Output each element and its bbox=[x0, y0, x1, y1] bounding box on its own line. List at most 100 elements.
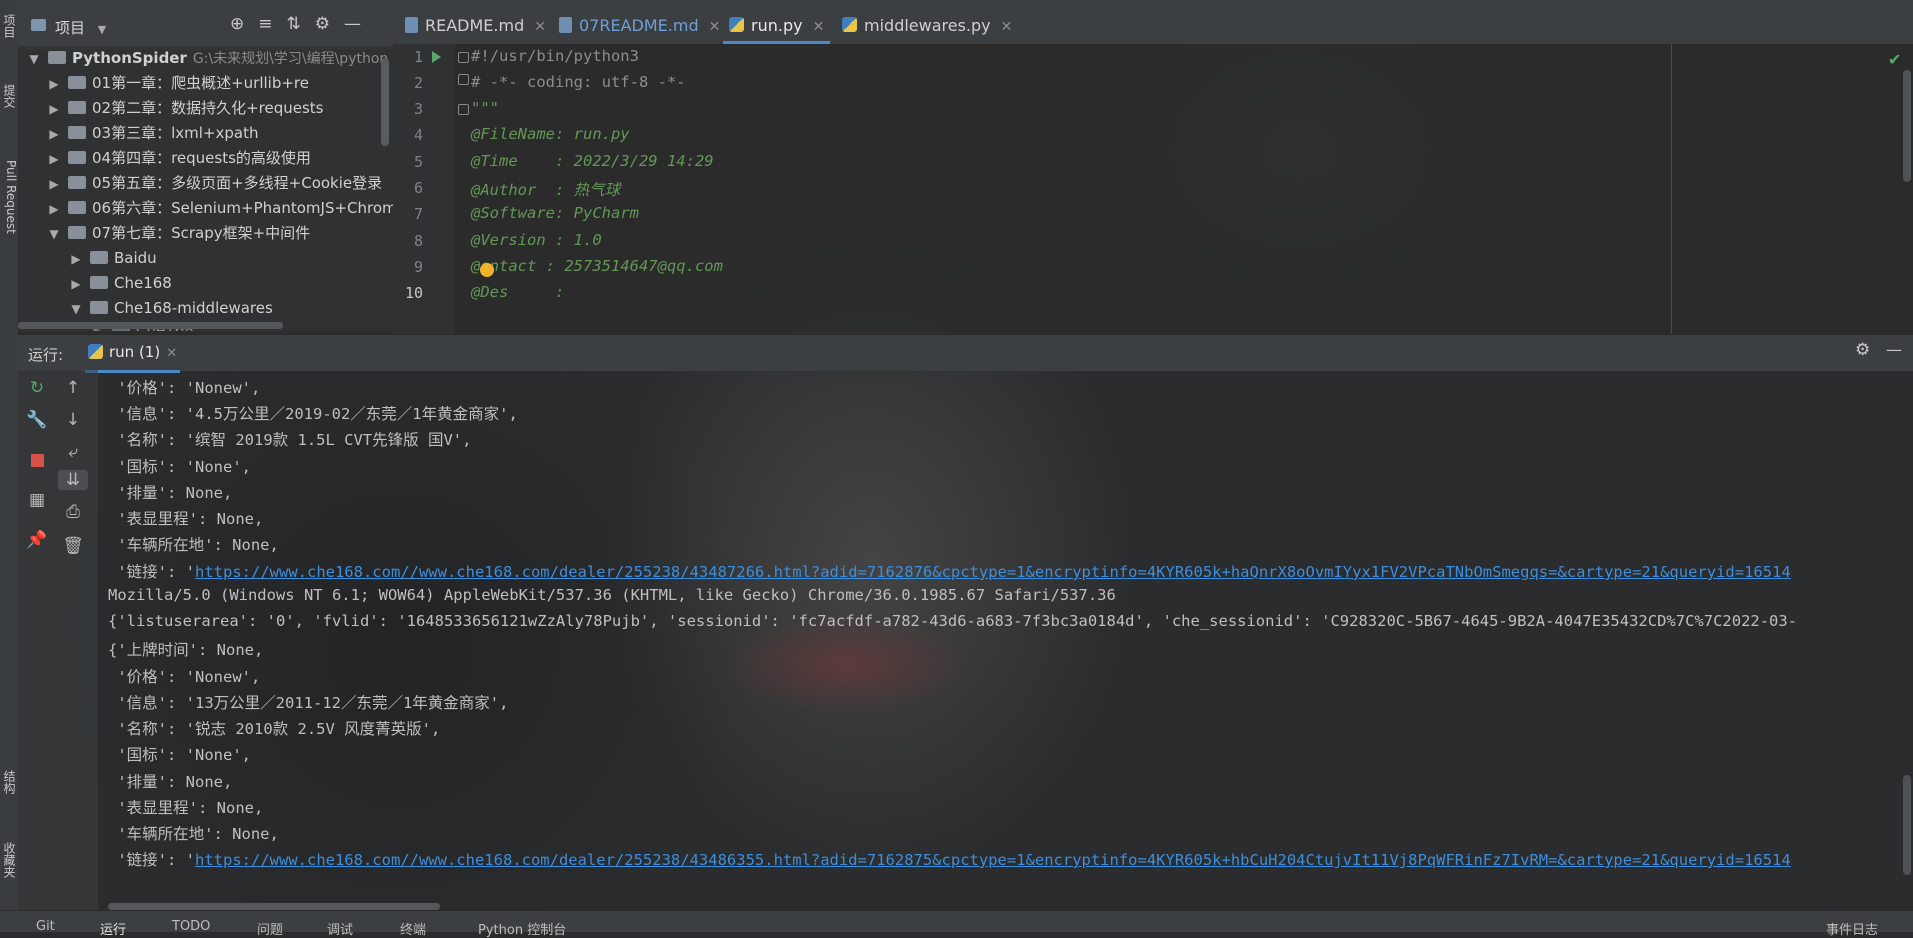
chevron-down-icon[interactable]: ▼ bbox=[68, 297, 84, 322]
checkmark-icon: ✔ bbox=[1888, 50, 1902, 69]
console-line: '表显里程': None, bbox=[108, 510, 264, 528]
chevron-right-icon[interactable]: ▶ bbox=[46, 97, 62, 122]
print-icon[interactable]: ⎙ bbox=[62, 502, 84, 522]
chevron-right-icon[interactable]: ▶ bbox=[68, 272, 84, 297]
layout-icon[interactable]: ▦ bbox=[26, 490, 48, 510]
tree-item-label: 02第二章：数据持久化+requests bbox=[92, 99, 324, 117]
console-line: '排量': None, bbox=[108, 484, 233, 502]
strip-tab-favorites[interactable]: 收藏夹 bbox=[0, 842, 18, 878]
console-line: '名称': '锐志 2010款 2.5V 风度菁英版', bbox=[108, 720, 441, 738]
hide-icon[interactable]: — bbox=[1886, 340, 1902, 359]
project-panel-title[interactable]: 项目 ▼ bbox=[55, 17, 106, 38]
tree-item[interactable]: ▶ Baidu bbox=[68, 246, 156, 272]
bottom-tab-debug[interactable]: 调试 bbox=[327, 919, 353, 938]
chevron-down-icon[interactable]: ▼ bbox=[26, 47, 42, 72]
chevron-down-icon[interactable]: ▼ bbox=[46, 222, 62, 247]
line-number: 2 bbox=[413, 74, 423, 92]
rerun-icon[interactable]: ↻ bbox=[26, 378, 48, 398]
gear-icon[interactable]: ⚙ bbox=[1855, 340, 1870, 360]
project-icon bbox=[31, 19, 46, 31]
tree-item-root[interactable]: ▼ PythonSpider G:\未来规划\学习\编程\python bbox=[26, 46, 388, 71]
arrow-down-icon[interactable]: ↓ bbox=[62, 410, 84, 430]
code-line: @ontact : 2573514647@qq.com bbox=[471, 257, 723, 275]
bottom-tab-todo[interactable]: TODO bbox=[172, 919, 210, 934]
tree-item[interactable]: ▶ 03第三章：lxml+xpath bbox=[46, 121, 258, 146]
strip-tab-pull-request[interactable]: Pull Request bbox=[0, 160, 18, 234]
strip-tab-commit[interactable]: 提交 bbox=[0, 84, 18, 108]
chevron-down-icon[interactable]: ▼ bbox=[98, 23, 106, 36]
trash-icon[interactable]: 🗑 bbox=[62, 536, 84, 556]
tree-item-label: 06第六章：Selenium+PhantomJS+Chrom bbox=[92, 199, 393, 217]
console-text: '链接': ' bbox=[108, 851, 195, 869]
chevron-right-icon[interactable]: ▶ bbox=[46, 72, 62, 97]
arrow-up-icon[interactable]: ↑ bbox=[62, 378, 84, 398]
python-file-icon bbox=[88, 344, 103, 359]
chevron-right-icon[interactable]: ▶ bbox=[46, 122, 62, 147]
run-gutter-icon[interactable] bbox=[432, 51, 441, 63]
fold-icon[interactable] bbox=[458, 52, 469, 63]
tab-label: 07README.md bbox=[579, 16, 699, 35]
code-line: # -*- coding: utf-8 -*- bbox=[471, 73, 686, 91]
close-icon[interactable]: ✕ bbox=[534, 19, 546, 35]
console-link[interactable]: https://www.che168.com//www.che168.com/d… bbox=[195, 563, 1791, 581]
console-horizontal-scrollbar[interactable] bbox=[108, 903, 440, 910]
tab-readme[interactable]: README.md ✕ bbox=[405, 0, 546, 44]
collapse-all-icon[interactable]: ⇅ bbox=[287, 14, 315, 34]
tab-07readme[interactable]: 07README.md ✕ bbox=[559, 0, 720, 44]
pin-icon[interactable]: 📌 bbox=[26, 530, 48, 550]
fold-icon[interactable] bbox=[458, 104, 469, 115]
right-margin-guide bbox=[1671, 44, 1672, 334]
close-icon[interactable]: ✕ bbox=[1001, 19, 1013, 35]
gear-icon[interactable]: ⚙ bbox=[315, 14, 344, 34]
run-tab[interactable]: run (1) ✕ bbox=[85, 338, 181, 373]
chevron-right-icon[interactable]: ▶ bbox=[68, 247, 84, 272]
bottom-tab-run[interactable]: 运行 bbox=[100, 919, 126, 938]
folder-icon bbox=[90, 276, 108, 289]
close-icon[interactable]: ✕ bbox=[813, 19, 825, 35]
scroll-to-end-icon[interactable]: ⇊ bbox=[58, 470, 88, 490]
bottom-tab-terminal[interactable]: 终端 bbox=[400, 919, 426, 938]
close-icon[interactable]: ✕ bbox=[166, 346, 177, 361]
bottom-tab-problems[interactable]: 问题 bbox=[257, 919, 283, 938]
tab-run-py[interactable]: run.py ✕ bbox=[723, 0, 831, 44]
locate-icon[interactable]: ⊕ bbox=[230, 14, 258, 34]
tab-middlewares-py[interactable]: middlewares.py ✕ bbox=[842, 0, 1012, 44]
console-line: '价格': 'Nonew', bbox=[108, 668, 261, 686]
chevron-right-icon[interactable]: ▶ bbox=[46, 197, 62, 222]
soft-wrap-icon[interactable]: ⤶ bbox=[62, 442, 84, 462]
hide-icon[interactable]: — bbox=[344, 14, 375, 34]
tree-item-label: 04第四章：requests的高级使用 bbox=[92, 149, 311, 167]
strip-tab-structure[interactable]: 结构 bbox=[0, 770, 18, 794]
chevron-right-icon[interactable]: ▶ bbox=[46, 147, 62, 172]
wrench-icon[interactable]: 🔧 bbox=[26, 410, 48, 430]
stop-icon[interactable] bbox=[31, 454, 44, 467]
console-output[interactable] bbox=[98, 370, 1913, 910]
tree-item[interactable]: ▶ 02第二章：数据持久化+requests bbox=[46, 96, 324, 122]
bottom-tab-event-log[interactable]: 事件日志 bbox=[1826, 919, 1878, 938]
tree-item[interactable]: ▶ 04第四章：requests的高级使用 bbox=[46, 146, 311, 171]
run-panel-header bbox=[18, 334, 1913, 371]
tree-item[interactable]: ▼ 07第七章：Scrapy框架+中间件 bbox=[46, 221, 310, 246]
fold-icon[interactable] bbox=[458, 74, 469, 85]
lightbulb-icon[interactable] bbox=[480, 263, 494, 277]
tree-item[interactable]: ▶ 06第六章：Selenium+PhantomJS+Chrom bbox=[46, 196, 393, 221]
strip-tab-project[interactable]: 项目 bbox=[0, 14, 18, 38]
tree-horizontal-scrollbar[interactable] bbox=[18, 322, 283, 329]
bottom-tab-python-console[interactable]: Python 控制台 bbox=[478, 919, 566, 938]
folder-icon bbox=[68, 151, 86, 164]
tree-item[interactable]: ▶ 01第一章：爬虫概述+urllib+re bbox=[46, 71, 309, 96]
console-scrollbar[interactable] bbox=[1903, 775, 1911, 875]
close-icon[interactable]: ✕ bbox=[709, 19, 721, 35]
bottom-tab-git[interactable]: Git bbox=[36, 919, 55, 934]
expand-all-icon[interactable]: ≡ bbox=[258, 14, 286, 34]
tree-item[interactable]: ▶ Che168 bbox=[68, 271, 171, 297]
tree-scrollbar[interactable] bbox=[381, 58, 389, 146]
console-link[interactable]: https://www.che168.com//www.che168.com/d… bbox=[195, 851, 1791, 869]
project-tree: ▼ PythonSpider G:\未来规划\学习\编程\python ▶ 01第一章… bbox=[18, 46, 393, 331]
folder-icon bbox=[68, 226, 86, 239]
tree-item[interactable]: ▶ 05第五章：多级页面+多线程+Cookie登录 bbox=[46, 171, 382, 196]
chevron-right-icon[interactable]: ▶ bbox=[46, 172, 62, 197]
editor-scrollbar[interactable] bbox=[1903, 70, 1911, 182]
code-line: @Des : bbox=[471, 283, 565, 301]
tree-item-label: Che168-middlewares bbox=[114, 299, 273, 317]
